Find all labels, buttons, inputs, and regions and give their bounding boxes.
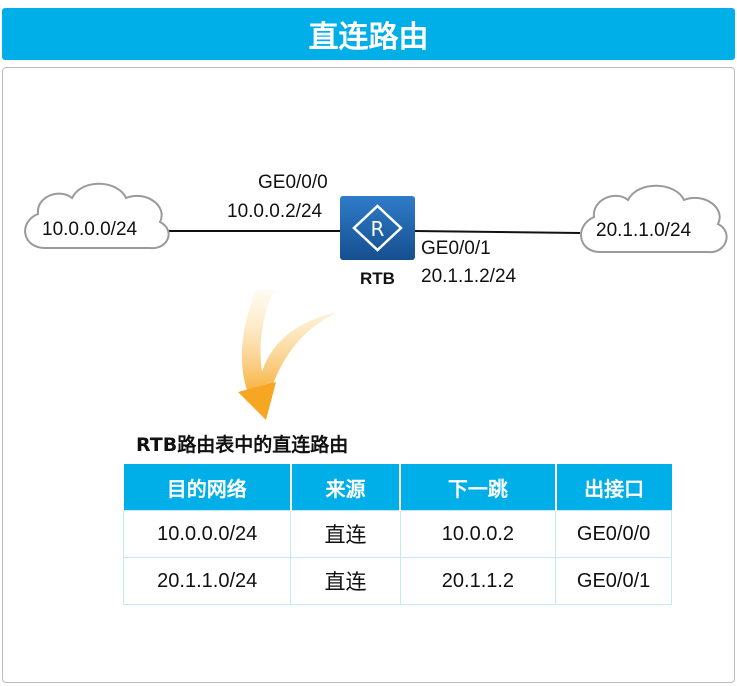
table-title: RTB路由表中的直连路由: [136, 434, 349, 456]
header-destination: 目的网络: [123, 464, 292, 511]
header-out-interface: 出接口: [555, 464, 672, 511]
svg-text:R: R: [371, 217, 385, 241]
left-interface-name: GE0/0/0: [258, 172, 328, 193]
cell-destination: 10.0.0.0/24: [122, 510, 292, 558]
router-label: RTB: [360, 269, 395, 288]
arrow-down-icon: [238, 290, 338, 420]
header-source: 来源: [290, 464, 402, 511]
table-header-row: 目的网络 来源 下一跳 出接口: [123, 464, 672, 511]
cell-source: 直连: [290, 557, 401, 605]
left-interface-ip: 10.0.0.2/24: [227, 201, 323, 222]
cell-source: 直连: [290, 510, 401, 558]
cloud-right-icon: [580, 184, 728, 254]
cell-next-hop: 10.0.0.2: [399, 510, 557, 558]
cell-out-interface: GE0/0/0: [555, 510, 672, 558]
link-right: [414, 230, 581, 234]
cloud-left-label: 10.0.0.0/24: [42, 219, 138, 240]
routing-table: 目的网络 来源 下一跳 出接口 10.0.0.0/24 直连 10.0.0.2 …: [122, 464, 672, 605]
cell-out-interface: GE0/0/1: [555, 557, 672, 605]
router-icon: R: [340, 196, 415, 260]
table-row: 20.1.1.0/24 直连 20.1.1.2 GE0/0/1: [122, 557, 672, 605]
right-interface-name: GE0/0/1: [421, 238, 491, 259]
header-next-hop: 下一跳: [400, 464, 557, 511]
cell-next-hop: 20.1.1.2: [399, 557, 557, 605]
cell-destination: 20.1.1.0/24: [122, 557, 292, 605]
right-interface-ip: 20.1.1.2/24: [421, 266, 517, 287]
cloud-right-label: 20.1.1.0/24: [596, 220, 692, 241]
table-row: 10.0.0.0/24 直连 10.0.0.2 GE0/0/0: [122, 510, 672, 558]
